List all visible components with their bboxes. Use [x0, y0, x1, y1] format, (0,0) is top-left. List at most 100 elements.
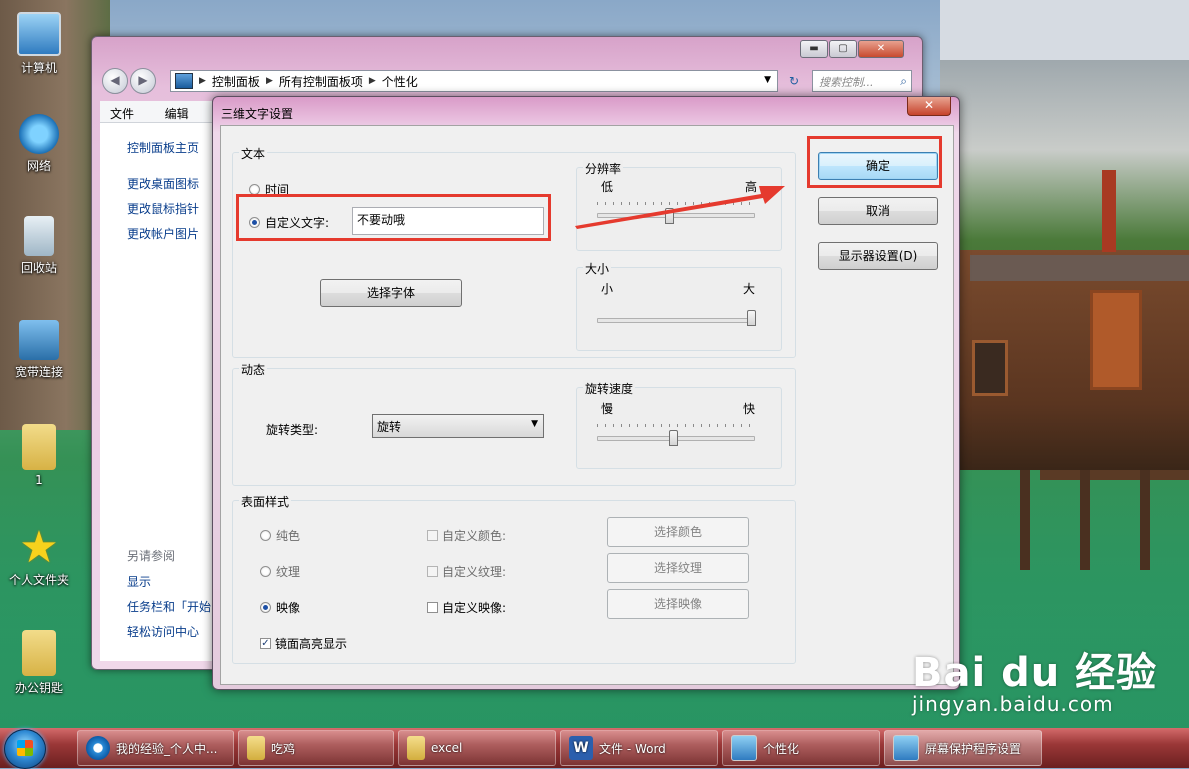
display-icon — [893, 735, 919, 761]
speed-fast-label: 快 — [743, 402, 756, 416]
address-bar[interactable]: ▶ 控制面板 ▶ 所有控制面板项 ▶ 个性化 ▼ — [170, 70, 778, 92]
desktop-icon-network[interactable]: 网络 — [0, 114, 78, 174]
minimize-button[interactable]: ▬ — [800, 40, 828, 58]
radio-custom-text-circle[interactable] — [249, 217, 260, 228]
radio-solid-label: 纯色 — [276, 529, 301, 543]
desktop-icon-broadband[interactable]: 宽带连接 — [0, 320, 78, 380]
breadcrumb-item[interactable]: 个性化 — [382, 73, 418, 90]
rotation-speed-group: 旋转速度 慢 快 — [576, 380, 782, 469]
desktop-icon-office-key[interactable]: 办公钥匙 — [0, 630, 78, 696]
taskbar-item-label: 屏幕保护程序设置 — [925, 741, 1022, 756]
ok-button[interactable]: 确定 — [818, 152, 938, 180]
check-custom-color-box[interactable] — [427, 530, 438, 541]
link-taskbar-start[interactable]: 任务栏和「开始 — [127, 598, 211, 615]
check-custom-reflection[interactable]: 自定义映像: — [427, 599, 506, 616]
check-custom-reflection-box[interactable] — [427, 602, 438, 613]
radio-reflection-circle[interactable] — [260, 602, 271, 613]
check-custom-texture-box[interactable] — [427, 566, 438, 577]
speed-slow-label: 慢 — [601, 402, 614, 416]
left-nav-pane: 控制面板主页 更改桌面图标 更改鼠标指针 更改帐户图片 另请参阅 显示 任务栏和… — [100, 123, 215, 661]
radio-reflection[interactable]: 映像 — [260, 599, 300, 616]
word-icon: W — [569, 736, 593, 760]
link-change-desktop-icons[interactable]: 更改桌面图标 — [127, 175, 199, 192]
close-button[interactable]: ✕ — [858, 40, 904, 58]
resolution-label: 分辨率 — [583, 160, 624, 177]
taskbar-item-personalization[interactable]: 个性化 — [722, 730, 880, 766]
choose-texture-button[interactable]: 选择纹理 — [607, 553, 749, 583]
link-ease-of-access[interactable]: 轻松访问中心 — [127, 623, 199, 640]
folder-icon — [247, 736, 265, 760]
desktop-icon-recycle-bin[interactable]: 回收站 — [0, 216, 78, 276]
choose-reflection-button[interactable]: 选择映像 — [607, 589, 749, 619]
check-custom-color[interactable]: 自定义颜色: — [427, 527, 506, 544]
breadcrumb-item[interactable]: 控制面板 — [212, 73, 260, 90]
link-change-mouse-pointers[interactable]: 更改鼠标指针 — [127, 200, 199, 217]
taskbar-item-folder-chiji[interactable]: 吃鸡 — [238, 730, 394, 766]
size-small-label: 小 — [601, 282, 614, 296]
size-label: 大小 — [583, 260, 612, 277]
text-group-label: 文本 — [239, 145, 268, 162]
search-input[interactable]: 搜索控制... ⌕ — [812, 70, 912, 92]
radio-solid-color[interactable]: 纯色 — [260, 527, 300, 544]
rotation-type-select[interactable]: 旋转 ▼ — [372, 414, 544, 438]
custom-text-input[interactable]: 不要动哦 — [352, 207, 544, 235]
baidu-jingyan-watermark: Bai du 经验 jingyan.baidu.com — [912, 640, 1157, 716]
taskbar-item-word[interactable]: W 文件 - Word — [560, 730, 718, 766]
radio-time-circle[interactable] — [249, 184, 260, 195]
choose-color-button[interactable]: 选择颜色 — [607, 517, 749, 547]
chevron-right-icon: ▶ — [265, 76, 273, 86]
rotation-type-label: 旋转类型: — [266, 423, 319, 437]
desktop-icon-personal-folder[interactable]: ★ 个人文件夹 — [0, 526, 78, 588]
display-settings-button[interactable]: 显示器设置(D) — [818, 242, 938, 270]
check-mirror-highlight[interactable]: ✓ 镜面高亮显示 — [260, 635, 347, 652]
search-placeholder: 搜索控制... — [819, 76, 874, 89]
folder-icon — [22, 630, 56, 676]
desktop-icon-computer[interactable]: 计算机 — [0, 12, 78, 76]
back-button[interactable]: ◀ — [102, 68, 128, 94]
search-icon[interactable]: ⌕ — [900, 74, 907, 89]
recycle-bin-icon — [24, 216, 54, 256]
taskbar-item-label: 吃鸡 — [271, 741, 296, 756]
desktop-wallpaper-cabin-roof — [970, 255, 1189, 281]
motion-group-label: 动态 — [239, 361, 268, 378]
size-slider-track[interactable] — [597, 318, 755, 323]
link-change-account-picture[interactable]: 更改帐户图片 — [127, 225, 199, 242]
desktop-icon-folder-1[interactable]: 1 — [0, 424, 78, 487]
link-display[interactable]: 显示 — [127, 573, 151, 590]
maximize-button[interactable]: ▢ — [829, 40, 857, 58]
taskbar-item-label: 个性化 — [763, 741, 800, 756]
breadcrumb-item[interactable]: 所有控制面板项 — [279, 73, 363, 90]
check-custom-texture[interactable]: 自定义纹理: — [427, 563, 506, 580]
watermark-main: Bai du 经验 — [912, 650, 1158, 696]
radio-texture[interactable]: 纹理 — [260, 563, 300, 580]
radio-time[interactable]: 时间 — [249, 181, 289, 198]
menu-edit[interactable]: 编辑(E) — [165, 105, 204, 136]
dialog-close-button[interactable]: ✕ — [907, 97, 951, 116]
desktop-icon-label: 办公钥匙 — [14, 681, 63, 695]
size-slider-thumb[interactable] — [747, 310, 756, 326]
cancel-button[interactable]: 取消 — [818, 197, 938, 225]
radio-time-label: 时间 — [265, 183, 290, 197]
menu-bar: 文件(F) 编辑(E) — [100, 101, 214, 136]
folder-icon — [22, 424, 56, 470]
menu-file[interactable]: 文件(F) — [110, 105, 149, 136]
speed-slider-thumb[interactable] — [669, 430, 678, 446]
taskbar-item-folder-excel[interactable]: excel — [398, 730, 556, 766]
refresh-icon[interactable]: ↻ — [784, 71, 804, 91]
taskbar-item-browser[interactable]: 我的经验_个人中... — [77, 730, 234, 766]
desktop-icon-label: 1 — [35, 473, 43, 487]
display-icon — [731, 735, 757, 761]
control-panel-icon — [175, 73, 193, 89]
check-mirror-highlight-box[interactable]: ✓ — [260, 638, 271, 649]
radio-texture-circle[interactable] — [260, 566, 271, 577]
forward-button[interactable]: ▶ — [130, 68, 156, 94]
chevron-down-icon[interactable]: ▼ — [764, 75, 771, 85]
radio-custom-text-label: 自定义文字: — [265, 216, 330, 230]
radio-solid-circle[interactable] — [260, 530, 271, 541]
choose-font-button[interactable]: 选择字体 — [320, 279, 462, 307]
radio-custom-text[interactable]: 自定义文字: — [249, 214, 329, 231]
start-button[interactable] — [4, 729, 46, 769]
rotation-type-value: 旋转 — [377, 420, 402, 434]
link-control-panel-home[interactable]: 控制面板主页 — [127, 139, 199, 156]
taskbar-item-screensaver[interactable]: 屏幕保护程序设置 — [884, 730, 1042, 766]
